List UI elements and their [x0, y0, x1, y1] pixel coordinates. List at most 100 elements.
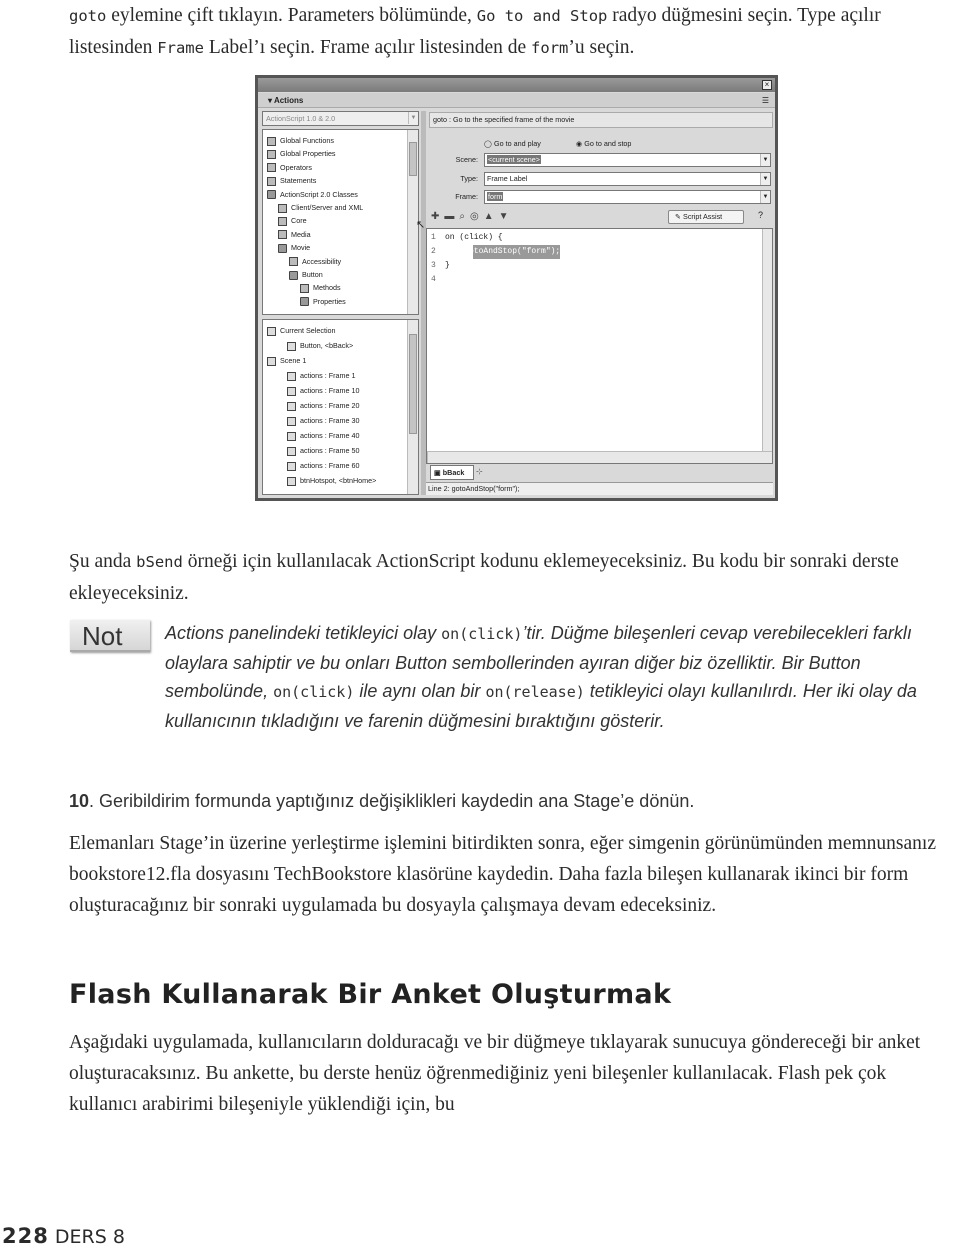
- tree-item[interactable]: Core: [278, 214, 307, 227]
- action-arrow-icon: [278, 230, 287, 240]
- navigator-item[interactable]: btnHotspot, <btnHome>: [287, 474, 376, 487]
- tree-item[interactable]: Methods: [300, 281, 341, 294]
- radio-label: Go to and stop: [584, 139, 632, 148]
- code-line: }: [445, 261, 450, 270]
- version-dropdown[interactable]: ActionScript 1.0 & 2.0 ▼: [262, 111, 419, 126]
- navigator-item[interactable]: actions : Frame 1: [287, 369, 356, 382]
- tab-bback[interactable]: ▣ bBack: [430, 465, 474, 480]
- navigator-item[interactable]: actions : Frame 60: [287, 459, 360, 472]
- tree-item[interactable]: Button: [289, 268, 323, 281]
- panel-title: Actions: [273, 96, 304, 105]
- tree-item-label: Methods: [313, 283, 341, 293]
- frame-script-icon: [287, 416, 296, 426]
- action-arrow-icon: [267, 136, 276, 146]
- text: ’u seçin.: [568, 37, 635, 58]
- navigator-item-label: actions : Frame 50: [300, 446, 360, 455]
- frame-value: form: [487, 192, 504, 201]
- book-icon: [289, 270, 298, 280]
- scrollbar[interactable]: [407, 320, 418, 494]
- paragraph: Aşağıdaki uygulamada, kullanıcıların dol…: [69, 1032, 921, 1115]
- scene-dropdown[interactable]: <current scene> ▼: [484, 153, 771, 167]
- text: ile aynı olan bir: [354, 681, 486, 701]
- tree-item[interactable]: Statements: [267, 174, 316, 187]
- frame-script-icon: [287, 431, 296, 441]
- navigator-item[interactable]: actions : Frame 50: [287, 444, 360, 457]
- note-badge: Not: [70, 620, 150, 652]
- status-text: Line 2: gotoAndStop("form");: [428, 484, 520, 493]
- action-arrow-icon: [267, 163, 276, 173]
- text: Label’ı seçin. Frame açılır listesinden …: [203, 37, 532, 58]
- scrollbar-thumb[interactable]: [409, 142, 417, 176]
- scene-value: <current scene>: [487, 155, 541, 164]
- tree-item[interactable]: Global Functions: [267, 134, 334, 147]
- line-number: 2: [431, 247, 436, 256]
- note-text: Actions panelindeki tetikleyici olay on(…: [165, 619, 955, 735]
- close-icon[interactable]: ×: [762, 80, 772, 90]
- navigator-item[interactable]: actions : Frame 40: [287, 429, 360, 442]
- navigator-item[interactable]: Current Selection: [267, 324, 336, 337]
- script-assist-button[interactable]: ✎ Script Assist: [668, 210, 744, 224]
- target-icon[interactable]: ◎: [470, 211, 484, 222]
- scene-label: Scene:: [455, 155, 478, 164]
- tree-item[interactable]: Movie: [278, 241, 310, 254]
- chevron-down-icon: ▼: [760, 154, 770, 166]
- chevron-down-icon: ▼: [760, 191, 770, 203]
- expand-toggle-icon: [267, 356, 276, 366]
- paragraph: Elemanları Stage’in üzerine yerleştirme …: [69, 833, 936, 916]
- code-frame: Frame: [157, 39, 204, 57]
- script-navigator-tree: Current Selection Button, <bBack> Scene 1 a…: [262, 319, 419, 495]
- script-editor[interactable]: 1 on (click) {2 gotoAndStop("form"); 3} 4: [426, 228, 773, 464]
- mouse-cursor-icon: ↖: [416, 219, 426, 231]
- navigator-item[interactable]: Scene 1: [267, 354, 306, 367]
- lesson-label: DERS 8: [54, 1226, 125, 1248]
- tree-item[interactable]: ActionScript 2.0 Classes: [267, 188, 358, 201]
- tree-item-label: Properties: [313, 296, 346, 306]
- tree-item-label: Operators: [280, 162, 312, 172]
- expand-toggle-icon: [267, 326, 276, 336]
- radio-go-to-and-stop[interactable]: ◉ Go to and stop: [576, 139, 631, 149]
- tree-item[interactable]: Global Properties: [267, 147, 336, 160]
- pin-icon[interactable]: ⊹: [476, 467, 483, 476]
- code-go-to-and-stop: Go to and Stop: [476, 7, 608, 25]
- navigator-item-label: Current Selection: [280, 326, 336, 335]
- type-dropdown[interactable]: Frame Label ▼: [484, 172, 771, 186]
- navigator-item[interactable]: actions : Frame 20: [287, 399, 360, 412]
- tree-item[interactable]: Properties: [300, 295, 346, 308]
- tree-item-label: Media: [291, 229, 311, 239]
- tree-item-label: Statements: [280, 176, 317, 186]
- type-label: Type:: [460, 174, 478, 183]
- move-down-icon[interactable]: ▼: [499, 211, 514, 222]
- action-description: goto : Go to the specified frame of the …: [429, 112, 773, 128]
- navigator-item[interactable]: Button, <bBack>: [287, 339, 353, 352]
- navigator-item-label: actions : Frame 10: [300, 386, 360, 395]
- navigator-item-label: Button, <bBack>: [300, 341, 354, 350]
- action-arrow-icon: [289, 257, 298, 267]
- tab-label: bBack: [442, 468, 465, 477]
- text: Actions panelindeki tetikleyici olay: [165, 623, 442, 643]
- tree-item-label: Core: [291, 216, 307, 226]
- tree-item-label: Button: [302, 270, 323, 279]
- move-up-icon[interactable]: ▲: [484, 211, 499, 222]
- chevron-down-icon: ▼: [760, 173, 770, 185]
- action-arrow-icon: [278, 203, 287, 213]
- tree-item[interactable]: Client/Server and XML: [278, 201, 363, 214]
- scrollbar-thumb[interactable]: [409, 334, 417, 434]
- navigator-item[interactable]: actions : Frame 10: [287, 384, 360, 397]
- remove-icon[interactable]: ▬: [444, 211, 459, 222]
- help-icon[interactable]: ?: [758, 210, 763, 220]
- scrollbar[interactable]: [762, 229, 772, 451]
- radio-label: Go to and play: [494, 139, 541, 148]
- radio-go-to-and-play[interactable]: ◯ Go to and play: [484, 139, 541, 149]
- find-icon[interactable]: ⌕: [459, 211, 470, 222]
- horizontal-scrollbar[interactable]: [427, 451, 772, 463]
- add-icon[interactable]: ✚: [431, 211, 444, 222]
- tree-item[interactable]: Media: [278, 228, 311, 241]
- actions-panel-header[interactable]: ▾ Actions ☰: [258, 93, 775, 108]
- panel-menu-icon[interactable]: ☰: [762, 93, 769, 108]
- navigator-item-label: Scene 1: [280, 356, 307, 365]
- navigator-item[interactable]: actions : Frame 30: [287, 414, 360, 427]
- instruction-paragraph: goto eylemine çift tıklayın. Parameters …: [69, 0, 954, 64]
- frame-dropdown[interactable]: form ▼: [484, 190, 771, 204]
- tree-item[interactable]: Accessibility: [289, 255, 341, 268]
- tree-item[interactable]: Operators: [267, 161, 312, 174]
